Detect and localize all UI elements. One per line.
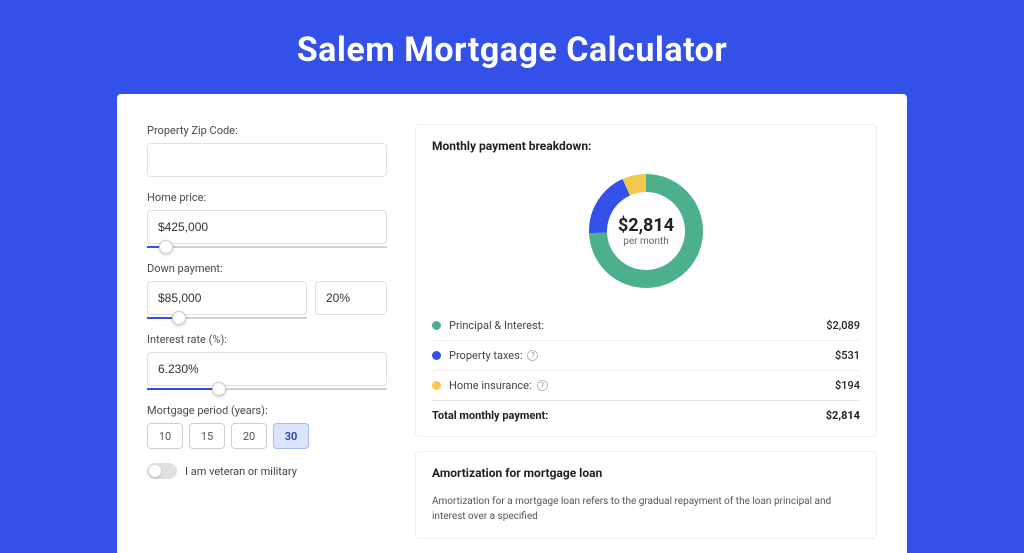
breakdown-card: Monthly payment breakdown: $2,814 per mo… xyxy=(415,124,877,437)
legend-dot-icon xyxy=(432,351,441,360)
price-label: Home price: xyxy=(147,191,387,204)
rate-slider[interactable] xyxy=(147,388,387,390)
legend-row: Property taxes:?$531 xyxy=(432,340,860,370)
period-btn-10[interactable]: 10 xyxy=(147,423,183,449)
total-row: Total monthly payment: $2,814 xyxy=(432,400,860,422)
rate-input[interactable] xyxy=(147,352,387,386)
legend-label: Property taxes:? xyxy=(449,349,835,362)
donut-wrap: $2,814 per month xyxy=(432,167,860,295)
amortization-title: Amortization for mortgage loan xyxy=(432,466,860,480)
legend-container: Principal & Interest:$2,089Property taxe… xyxy=(432,311,860,400)
down-field-group: Down payment: xyxy=(147,262,387,319)
breakdown-title: Monthly payment breakdown: xyxy=(432,139,860,153)
down-slider-thumb[interactable] xyxy=(172,311,186,325)
legend-row: Principal & Interest:$2,089 xyxy=(432,311,860,340)
veteran-row: I am veteran or military xyxy=(147,463,387,479)
veteran-toggle[interactable] xyxy=(147,463,177,479)
down-slider[interactable] xyxy=(147,317,307,319)
legend-row: Home insurance:?$194 xyxy=(432,370,860,400)
info-icon[interactable]: ? xyxy=(527,350,538,361)
donut-permonth: per month xyxy=(623,236,669,247)
price-slider[interactable] xyxy=(147,246,387,248)
rate-label: Interest rate (%): xyxy=(147,333,387,346)
page-title: Salem Mortgage Calculator xyxy=(0,0,1024,94)
period-btn-30[interactable]: 30 xyxy=(273,423,309,449)
legend-value: $531 xyxy=(835,349,860,362)
results-column: Monthly payment breakdown: $2,814 per mo… xyxy=(415,124,877,553)
donut-total: $2,814 xyxy=(618,215,674,236)
rate-slider-fill xyxy=(147,388,219,390)
price-input[interactable] xyxy=(147,210,387,244)
period-row: 10152030 xyxy=(147,423,387,449)
zip-input[interactable] xyxy=(147,143,387,177)
legend-dot-icon xyxy=(432,321,441,330)
inputs-column: Property Zip Code: Home price: Down paym… xyxy=(147,124,387,553)
legend-label: Principal & Interest: xyxy=(449,319,826,332)
rate-field-group: Interest rate (%): xyxy=(147,333,387,390)
donut-chart: $2,814 per month xyxy=(582,167,710,295)
period-btn-15[interactable]: 15 xyxy=(189,423,225,449)
legend-value: $194 xyxy=(835,379,860,392)
period-label: Mortgage period (years): xyxy=(147,404,387,417)
legend-dot-icon xyxy=(432,381,441,390)
zip-label: Property Zip Code: xyxy=(147,124,387,137)
amortization-text: Amortization for a mortgage loan refers … xyxy=(432,494,860,524)
info-icon[interactable]: ? xyxy=(537,380,548,391)
period-btn-20[interactable]: 20 xyxy=(231,423,267,449)
down-pct-input[interactable] xyxy=(315,281,387,315)
rate-slider-thumb[interactable] xyxy=(212,382,226,396)
price-slider-thumb[interactable] xyxy=(159,240,173,254)
total-label: Total monthly payment: xyxy=(432,409,548,422)
veteran-label: I am veteran or military xyxy=(185,465,297,478)
legend-value: $2,089 xyxy=(826,319,860,332)
amortization-card: Amortization for mortgage loan Amortizat… xyxy=(415,451,877,539)
calculator-card: Property Zip Code: Home price: Down paym… xyxy=(117,94,907,553)
down-label: Down payment: xyxy=(147,262,387,275)
zip-field-group: Property Zip Code: xyxy=(147,124,387,177)
period-field-group: Mortgage period (years): 10152030 xyxy=(147,404,387,449)
donut-center: $2,814 per month xyxy=(582,167,710,295)
price-field-group: Home price: xyxy=(147,191,387,248)
legend-label: Home insurance:? xyxy=(449,379,835,392)
down-amount-input[interactable] xyxy=(147,281,307,315)
total-value: $2,814 xyxy=(826,409,860,422)
